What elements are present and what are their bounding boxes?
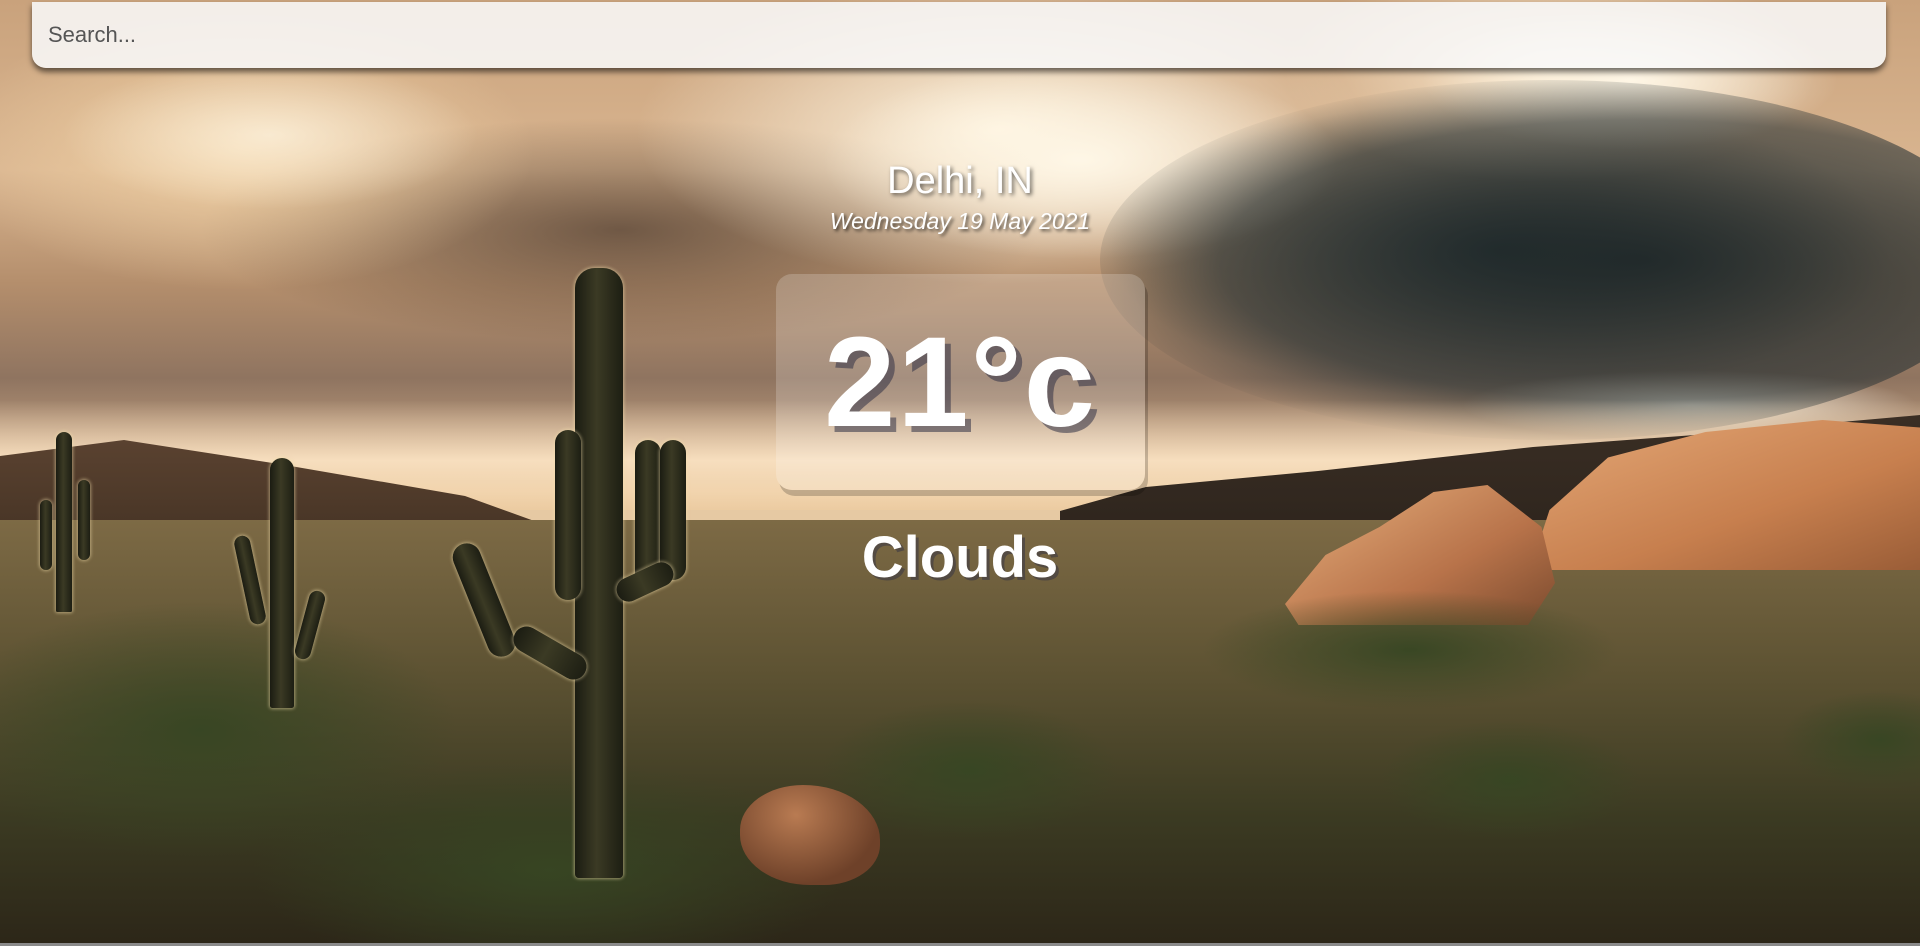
shrub	[1200, 590, 1620, 710]
date-label: Wednesday 19 May 2021	[829, 208, 1091, 234]
temperature-value: 21°c	[824, 310, 1097, 454]
search-input[interactable]	[32, 2, 1886, 68]
shrub	[1380, 720, 1640, 840]
weather-condition: Clouds	[861, 525, 1059, 590]
temperature-card: 21°c	[776, 274, 1145, 490]
location-label: Delhi, IN	[887, 160, 1033, 202]
